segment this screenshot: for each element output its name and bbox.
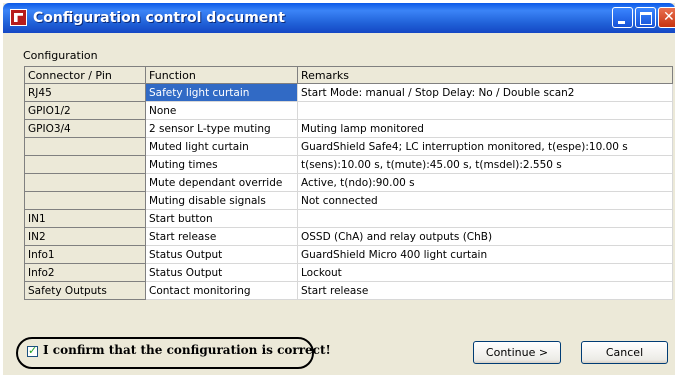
remarks-cell — [297, 101, 673, 120]
function-cell[interactable]: Status Output — [145, 245, 298, 264]
function-cell[interactable]: Start button — [145, 209, 298, 228]
pin-cell: RJ45 — [24, 83, 146, 102]
title-bar[interactable]: Configuration control document — [3, 3, 675, 33]
table-row[interactable]: GPIO3/4 2 sensor L-type muting Muting la… — [24, 119, 673, 138]
maximize-icon[interactable] — [635, 7, 656, 28]
pin-cell — [24, 173, 146, 192]
pin-cell: GPIO3/4 — [24, 119, 146, 138]
table-row[interactable]: RJ45 Safety light curtain Start Mode: ma… — [24, 83, 673, 102]
close-icon[interactable] — [658, 7, 675, 28]
dialog-window: Configuration control document Configura… — [3, 3, 675, 375]
pin-cell: Info2 — [24, 263, 146, 282]
table-row[interactable]: Muting disable signals Not connected — [24, 191, 673, 210]
table-row[interactable]: Safety Outputs Contact monitoring Start … — [24, 281, 673, 300]
function-cell[interactable]: 2 sensor L-type muting — [145, 119, 298, 138]
column-header-pin[interactable]: Connector / Pin — [24, 66, 146, 84]
table-row[interactable]: Muted light curtain GuardShield Safe4; L… — [24, 137, 673, 156]
continue-button[interactable]: Continue > — [473, 341, 561, 364]
remarks-cell: Lockout — [297, 263, 673, 282]
column-header-function[interactable]: Function — [145, 66, 298, 84]
pin-cell — [24, 191, 146, 210]
remarks-cell: GuardShield Micro 400 light curtain — [297, 245, 673, 264]
window-title: Configuration control document — [33, 10, 285, 26]
pin-cell: Safety Outputs — [24, 281, 146, 300]
confirm-label[interactable]: I confirm that the configuration is corr… — [43, 343, 331, 357]
table-row[interactable]: IN1 Start button — [24, 209, 673, 228]
cancel-button[interactable]: Cancel — [581, 341, 668, 364]
pin-cell: IN2 — [24, 227, 146, 246]
app-icon — [10, 9, 27, 26]
confirm-checkbox[interactable] — [27, 344, 38, 357]
table-row[interactable]: Info2 Status Output Lockout — [24, 263, 673, 282]
remarks-cell: Active, t(ndo):90.00 s — [297, 173, 673, 192]
table-row[interactable]: GPIO1/2 None — [24, 101, 673, 120]
table-row[interactable]: Mute dependant override Active, t(ndo):9… — [24, 173, 673, 192]
remarks-cell: Start release — [297, 281, 673, 300]
table-row[interactable]: Muting times t(sens):10.00 s, t(mute):45… — [24, 155, 673, 174]
remarks-cell: t(sens):10.00 s, t(mute):45.00 s, t(msde… — [297, 155, 673, 174]
column-header-remarks[interactable]: Remarks — [297, 66, 673, 84]
function-cell[interactable]: Muted light curtain — [145, 137, 298, 156]
pin-cell: IN1 — [24, 209, 146, 228]
function-cell[interactable]: Safety light curtain — [145, 83, 298, 102]
pin-cell: Info1 — [24, 245, 146, 264]
pin-cell — [24, 155, 146, 174]
remarks-cell: GuardShield Safe4; LC interruption monit… — [297, 137, 673, 156]
configuration-table: Connector / Pin Function Remarks RJ45 Sa… — [24, 66, 673, 300]
minimize-icon[interactable] — [612, 7, 633, 28]
pin-cell: GPIO1/2 — [24, 101, 146, 120]
table-row[interactable]: IN2 Start release OSSD (ChA) and relay o… — [24, 227, 673, 246]
table-header-row: Connector / Pin Function Remarks — [24, 66, 673, 84]
configuration-label: Configuration — [23, 49, 98, 62]
function-cell[interactable]: Start release — [145, 227, 298, 246]
remarks-cell: Muting lamp monitored — [297, 119, 673, 138]
function-cell[interactable]: None — [145, 101, 298, 120]
function-cell[interactable]: Muting disable signals — [145, 191, 298, 210]
remarks-cell: OSSD (ChA) and relay outputs (ChB) — [297, 227, 673, 246]
function-cell[interactable]: Muting times — [145, 155, 298, 174]
remarks-cell — [297, 209, 673, 228]
function-cell[interactable]: Mute dependant override — [145, 173, 298, 192]
function-cell[interactable]: Contact monitoring — [145, 281, 298, 300]
function-cell[interactable]: Status Output — [145, 263, 298, 282]
remarks-cell: Start Mode: manual / Stop Delay: No / Do… — [297, 83, 673, 102]
remarks-cell: Not connected — [297, 191, 673, 210]
pin-cell — [24, 137, 146, 156]
table-row[interactable]: Info1 Status Output GuardShield Micro 40… — [24, 245, 673, 264]
